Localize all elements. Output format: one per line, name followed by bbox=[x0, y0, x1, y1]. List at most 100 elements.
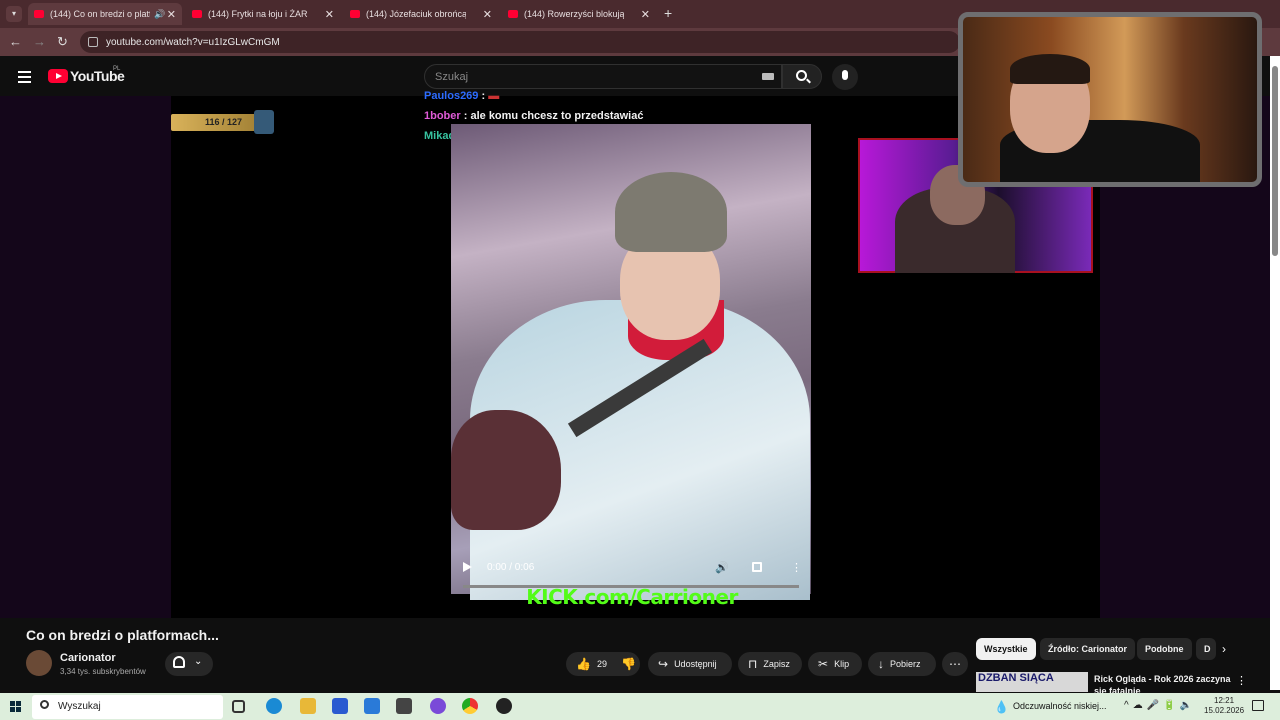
close-tab-icon[interactable]: ✕ bbox=[167, 8, 176, 21]
close-tab-icon[interactable]: ✕ bbox=[483, 8, 492, 21]
back-arrow-icon[interactable]: ← bbox=[9, 34, 22, 49]
save-label: Zapisz bbox=[763, 659, 790, 669]
clock-date: 15.02.2026 bbox=[1204, 706, 1245, 715]
chat-message: 1bober : ale komu chcesz to przedstawiać bbox=[424, 110, 644, 122]
fullscreen-icon[interactable] bbox=[752, 562, 762, 572]
task-view-icon[interactable] bbox=[232, 700, 245, 713]
tab-2[interactable]: (144) Frytki na łoju i ŻARCIE MI ✕ bbox=[186, 3, 340, 25]
recommendation-menu-icon[interactable]: ⋮ bbox=[1236, 674, 1247, 687]
like-count: 29 bbox=[596, 659, 607, 669]
download-label: Pobierz bbox=[890, 659, 921, 669]
more-icon: ⋯ bbox=[949, 657, 961, 671]
clip-label: Klip bbox=[834, 659, 850, 669]
share-label: Udostępnij bbox=[674, 659, 717, 669]
close-tab-icon[interactable]: ✕ bbox=[641, 8, 650, 21]
chrome-icon[interactable] bbox=[462, 698, 478, 714]
app-icon[interactable] bbox=[430, 698, 446, 714]
taskbar-search[interactable]: Wyszukaj bbox=[32, 695, 223, 719]
menu-icon[interactable] bbox=[18, 71, 31, 83]
edge-icon[interactable] bbox=[266, 698, 282, 714]
system-tray-icons[interactable]: ^☁🎤🔋🔈 bbox=[1124, 700, 1196, 711]
kick-watermark: KICK.com/Carrioner bbox=[526, 585, 738, 609]
chip-all[interactable]: Wszystkie bbox=[976, 638, 1036, 660]
close-tab-icon[interactable]: ✕ bbox=[325, 8, 334, 21]
bell-icon bbox=[173, 656, 185, 668]
video-frame-mirror bbox=[451, 410, 561, 530]
notification-icon[interactable] bbox=[1252, 700, 1264, 711]
taskbar-weather[interactable]: Odczuwalność niskiej... bbox=[1013, 701, 1107, 711]
thumbs-up-icon: 👍 bbox=[576, 657, 591, 671]
video-title: Co on bredzi o platformach... bbox=[26, 627, 219, 643]
chip-related[interactable]: Podobne bbox=[1137, 638, 1192, 660]
country-code: PL bbox=[113, 66, 121, 72]
tab-title: (144) Co on bredzi o platfo bbox=[50, 9, 150, 19]
more-options-icon[interactable]: ⋮ bbox=[791, 561, 802, 574]
new-tab-button[interactable]: + bbox=[664, 5, 672, 21]
video-frame-hat bbox=[615, 172, 727, 252]
chat-message: Paulos269 : ▬ bbox=[424, 90, 500, 102]
chat-username: 1bober bbox=[424, 110, 461, 122]
scissors-icon: ✂ bbox=[818, 657, 829, 671]
recommendation-thumbnail[interactable]: DZBAN SIĄCA bbox=[976, 672, 1088, 692]
flag-icon: ▬ bbox=[488, 90, 500, 102]
tab-4[interactable]: (144) Rowerzyści blokują drogę ✕ bbox=[502, 3, 656, 25]
url-text: youtube.com/watch?v=u1IzGLwCmGM bbox=[106, 36, 280, 48]
chevron-down-icon: ⌄ bbox=[194, 656, 203, 667]
chip-more[interactable]: D bbox=[1196, 638, 1216, 660]
youtube-favicon-icon bbox=[508, 10, 518, 18]
app-icon[interactable] bbox=[496, 698, 512, 714]
taskbar-clock[interactable]: 12:21 15.02.2026 bbox=[1204, 696, 1244, 716]
file-explorer-icon[interactable] bbox=[300, 698, 316, 714]
search-input[interactable]: Szukaj bbox=[424, 64, 782, 89]
tab-title: (144) Rowerzyści blokują drogę bbox=[524, 9, 624, 19]
mail-icon[interactable] bbox=[364, 698, 380, 714]
like-button[interactable]: 👍 29 👎 bbox=[566, 652, 640, 676]
store-icon[interactable] bbox=[332, 698, 348, 714]
youtube-logo-icon[interactable] bbox=[48, 69, 68, 83]
stream-overlay-left bbox=[0, 96, 171, 618]
more-actions-button[interactable]: ⋯ bbox=[942, 652, 968, 676]
bookmark-icon: ⊓ bbox=[748, 657, 758, 671]
search-button[interactable] bbox=[782, 64, 822, 89]
chat-text: ale komu chcesz to przedstawiać bbox=[470, 110, 644, 122]
app-icon[interactable] bbox=[396, 698, 412, 714]
search-icon bbox=[40, 700, 49, 709]
site-info-icon[interactable] bbox=[88, 37, 98, 47]
chip-source[interactable]: Źródło: Carionator bbox=[1040, 638, 1135, 660]
chevron-right-icon[interactable]: › bbox=[1222, 642, 1226, 656]
keyboard-icon[interactable] bbox=[762, 73, 774, 80]
chat-username: Paulos269 bbox=[424, 90, 479, 102]
tab-3[interactable]: (144) Józefaciuk obrońcą alimen ✕ bbox=[344, 3, 498, 25]
channel-name[interactable]: Carionator bbox=[60, 652, 116, 664]
volume-icon[interactable]: 🔊 bbox=[715, 561, 729, 574]
forward-arrow-icon[interactable]: → bbox=[33, 34, 46, 49]
youtube-favicon-icon bbox=[34, 10, 44, 18]
download-button[interactable]: ↓ Pobierz bbox=[868, 652, 936, 676]
channel-avatar[interactable] bbox=[26, 650, 52, 676]
scrollbar-thumb[interactable] bbox=[1272, 66, 1278, 256]
windows-start-icon[interactable] bbox=[10, 701, 22, 713]
clock-time: 12:21 bbox=[1214, 696, 1235, 705]
audio-playing-icon[interactable]: 🔊 bbox=[154, 9, 165, 20]
share-button[interactable]: ↪ Udostępnij bbox=[648, 652, 732, 676]
thumbs-down-icon[interactable]: 👎 bbox=[621, 657, 636, 671]
tab-title: (144) Frytki na łoju i ŻARCIE MI bbox=[208, 9, 308, 19]
clip-button[interactable]: ✂ Klip bbox=[808, 652, 862, 676]
save-button[interactable]: ⊓ Zapisz bbox=[738, 652, 802, 676]
youtube-favicon-icon bbox=[192, 10, 202, 18]
tab-title: (144) Józefaciuk obrońcą alimen bbox=[366, 9, 466, 19]
reload-icon[interactable]: ↻ bbox=[57, 34, 68, 50]
tab-search-button[interactable]: ▾ bbox=[6, 6, 22, 22]
address-bar[interactable]: youtube.com/watch?v=u1IzGLwCmGM bbox=[80, 31, 960, 53]
player-time: 0:00 / 0:06 bbox=[487, 562, 535, 573]
weather-icon[interactable]: 💧 bbox=[994, 700, 1009, 714]
viewer-count: 116 / 127 bbox=[205, 117, 243, 127]
youtube-favicon-icon bbox=[350, 10, 360, 18]
share-icon: ↪ bbox=[658, 657, 669, 671]
voice-search-button[interactable] bbox=[832, 64, 858, 90]
play-icon[interactable] bbox=[463, 562, 472, 572]
subscriber-count: 3,34 tys. subskrybentów bbox=[60, 667, 146, 676]
tab-1[interactable]: (144) Co on bredzi o platfo 🔊 ✕ bbox=[28, 3, 182, 25]
badge-avatar bbox=[254, 110, 274, 134]
streamer-hair bbox=[1010, 54, 1090, 84]
